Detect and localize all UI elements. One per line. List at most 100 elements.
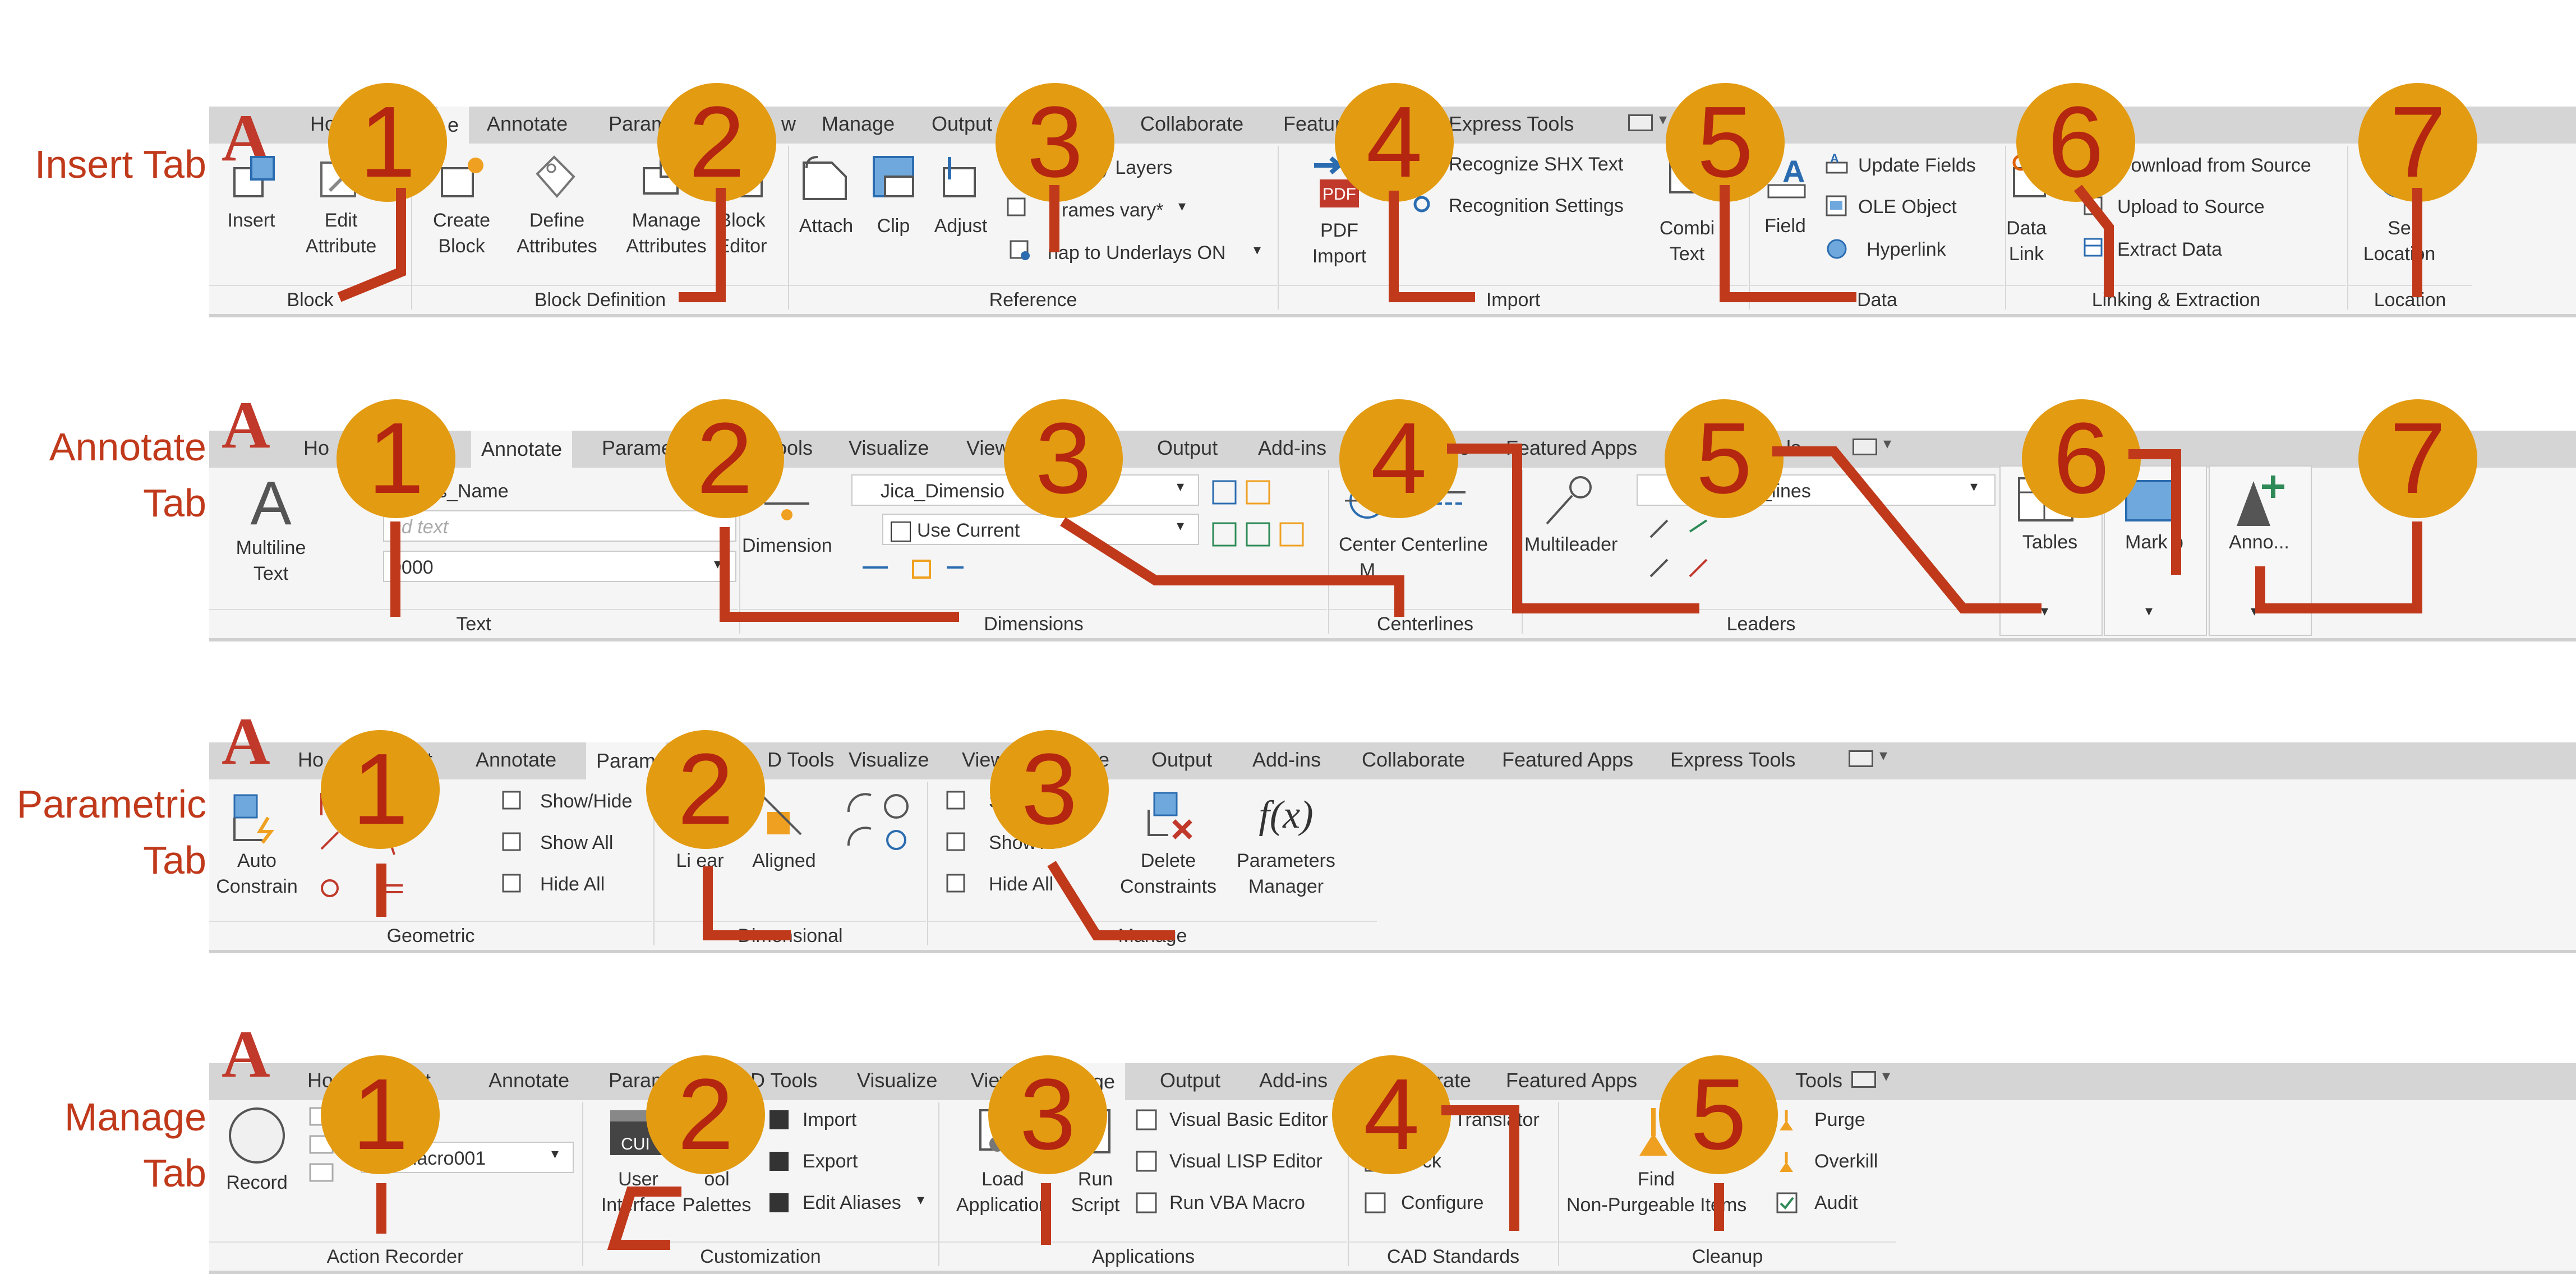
- edit-aliases-icon[interactable]: [767, 1191, 792, 1216]
- tab-home[interactable]: Ho: [298, 748, 324, 772]
- tab-view[interactable]: w: [781, 112, 796, 136]
- manage-show-icon[interactable]: [945, 790, 967, 812]
- dimension-button[interactable]: Dimension: [742, 533, 832, 558]
- panel-reference[interactable]: Reference: [789, 285, 1277, 314]
- panel-cad-standards[interactable]: CAD Standards: [1349, 1241, 1557, 1271]
- insert-button[interactable]: Insert: [220, 207, 282, 233]
- use-current-dropdown[interactable]: Use Current: [882, 514, 1199, 545]
- layer-translator-button[interactable]: Translator: [1454, 1109, 1540, 1131]
- chevron-down-icon[interactable]: ▾: [2041, 602, 2048, 620]
- tab-add-ins[interactable]: Add-ins: [1259, 1069, 1328, 1092]
- purge-icon[interactable]: [1775, 1108, 1800, 1133]
- panel-toggle-icon[interactable]: [1849, 750, 1873, 767]
- tab-featured-apps[interactable]: Featured Apps: [1506, 1069, 1637, 1092]
- tab-visualize[interactable]: Visualize: [849, 748, 929, 772]
- tab-home[interactable]: Ho: [303, 436, 329, 460]
- chevron-down-icon[interactable]: ▾: [1178, 197, 1186, 215]
- auto-constrain-button[interactable]: Auto Constrain: [209, 848, 305, 899]
- chevron-down-icon[interactable]: ▾: [1659, 110, 1667, 128]
- set-location-button[interactable]: Se Location: [2357, 215, 2441, 267]
- attach-icon[interactable]: [798, 151, 854, 202]
- manage-show-all-icon[interactable]: [945, 831, 967, 853]
- upload-to-source-button[interactable]: Upload to Source: [2117, 196, 2265, 218]
- snap-underlay-icon[interactable]: [1008, 239, 1031, 261]
- show-all-button[interactable]: Show All: [540, 832, 613, 854]
- panel-cleanup[interactable]: Cleanup: [1559, 1241, 1896, 1271]
- panel-dimensional[interactable]: Dimensional: [655, 921, 926, 950]
- tab-parametric[interactable]: Parame: [602, 436, 672, 460]
- tab-visualize[interactable]: Visualize: [857, 1069, 937, 1092]
- recognition-settings-button[interactable]: Recognition Settings: [1449, 195, 1624, 217]
- create-block-button[interactable]: Create Block: [425, 207, 498, 259]
- tab-collaborate[interactable]: Collaborate: [1362, 748, 1465, 772]
- adjust-icon[interactable]: [933, 151, 989, 202]
- audit-icon[interactable]: [1775, 1191, 1800, 1216]
- tab-visualize[interactable]: Visualize: [849, 436, 929, 460]
- panel-manage[interactable]: Manage: [928, 921, 1377, 950]
- frames-vary-dropdown[interactable]: rames vary*: [1062, 200, 1163, 221]
- record-icon[interactable]: [226, 1105, 288, 1166]
- insert-block-icon[interactable]: [229, 151, 279, 202]
- tab-express-tools[interactable]: Express Tools: [1449, 112, 1574, 136]
- configure-button[interactable]: Configure: [1401, 1192, 1483, 1214]
- show-hide-button[interactable]: Show/Hide: [540, 791, 632, 813]
- attach-button[interactable]: Attach: [792, 213, 860, 239]
- extract-data-icon[interactable]: [2082, 237, 2105, 259]
- import-button[interactable]: Import: [803, 1109, 856, 1131]
- multiline-text-icon[interactable]: A: [246, 470, 296, 537]
- panel-centerlines[interactable]: Centerlines: [1329, 609, 1521, 638]
- hyperlink-icon[interactable]: [1824, 237, 1849, 261]
- dimensional-tools-icon[interactable]: [843, 790, 910, 857]
- chevron-down-icon[interactable]: ▾: [714, 555, 721, 573]
- centerline-button[interactable]: Centerline: [1401, 532, 1488, 557]
- frames-icon[interactable]: [1006, 196, 1028, 219]
- run-script-button[interactable]: Run Script: [1059, 1166, 1132, 1218]
- chevron-down-icon[interactable]: ▾: [2251, 602, 2258, 620]
- aligned-icon[interactable]: [756, 790, 812, 846]
- load-application-button[interactable]: Load Application: [950, 1166, 1056, 1218]
- markup-button[interactable]: Mark p: [2109, 529, 2199, 555]
- chevron-down-icon[interactable]: ▾: [2145, 602, 2153, 620]
- snap-underlays-dropdown[interactable]: nap to Underlays ON: [1048, 242, 1226, 264]
- tab-express-tools[interactable]: Tools: [1795, 1069, 1842, 1092]
- tab-add-ins[interactable]: Add-ins: [1252, 748, 1321, 772]
- hide-all-dynamic-button[interactable]: Hide All: [989, 874, 1053, 896]
- download-from-source-button[interactable]: Download from Source: [2117, 155, 2311, 177]
- record-button[interactable]: Record: [215, 1170, 299, 1195]
- dimension-tools-icon[interactable]: [1208, 476, 1308, 588]
- hyperlink-button[interactable]: Hyperlink: [1867, 239, 1946, 261]
- tab-output[interactable]: Output: [1151, 748, 1212, 772]
- multileader-button[interactable]: Multileader: [1524, 532, 1618, 557]
- panel-block-definition[interactable]: Block Definition: [412, 285, 788, 314]
- panel-linking-extraction[interactable]: Linking & Extraction: [2006, 285, 2346, 314]
- panel-data[interactable]: Data: [1750, 285, 2004, 314]
- clip-icon[interactable]: [868, 151, 924, 202]
- chevron-down-icon[interactable]: ▾: [1254, 241, 1261, 259]
- delete-constraints-icon[interactable]: [1140, 787, 1196, 843]
- vba-editor-icon[interactable]: [1135, 1108, 1159, 1133]
- pdf-import-button[interactable]: PDF Import: [1303, 218, 1376, 269]
- tab-express-tools[interactable]: Express Tools: [1670, 748, 1795, 772]
- text-height-dropdown[interactable]: 0000: [383, 551, 736, 582]
- tab-featured-apps[interactable]: Featured Apps: [1506, 436, 1637, 460]
- adjust-button[interactable]: Adjust: [927, 213, 994, 239]
- chevron-down-icon[interactable]: ▾: [1970, 478, 1978, 495]
- panel-toggle-icon[interactable]: [1628, 114, 1653, 131]
- linear-dimension-icon[interactable]: [860, 556, 966, 584]
- overkill-button[interactable]: Overkill: [1814, 1151, 1878, 1173]
- panel-geometric[interactable]: Geometric: [209, 921, 652, 950]
- anno-button[interactable]: Anno...: [2214, 529, 2304, 555]
- chevron-down-icon[interactable]: ▾: [1177, 478, 1184, 495]
- delete-constraints-button[interactable]: Delete Constraints: [1112, 848, 1224, 899]
- edit-attribute-button[interactable]: Edit Attribute: [296, 207, 386, 259]
- ole-object-button[interactable]: OLE Object: [1858, 196, 1957, 218]
- recognize-shx-button[interactable]: Recognize SHX Text: [1449, 154, 1623, 176]
- chevron-down-icon[interactable]: ▾: [917, 1191, 924, 1208]
- tab-collaborate[interactable]: e: [1459, 436, 1470, 460]
- panel-block[interactable]: Block: [209, 285, 411, 314]
- define-attributes-icon[interactable]: [529, 151, 579, 202]
- ole-object-icon[interactable]: [1824, 194, 1849, 219]
- hide-all-icon[interactable]: [501, 873, 523, 895]
- panel-dimensions[interactable]: Dimensions: [740, 609, 1327, 638]
- tab-view[interactable]: View: [966, 436, 1010, 460]
